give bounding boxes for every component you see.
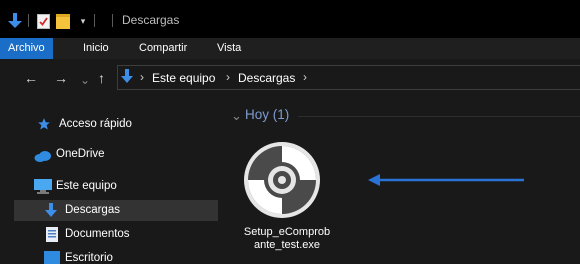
cloud-icon (34, 149, 51, 165)
group-header[interactable]: Hoy (1) (245, 107, 289, 122)
sidebar-item-acceso-rapido[interactable]: Acceso rápido (14, 114, 218, 135)
breadcrumb-este-equipo[interactable]: Este equipo (152, 71, 215, 85)
ribbon: Archivo Inicio Compartir Vista (0, 38, 580, 59)
breadcrumb-chevron-icon[interactable]: › (303, 70, 307, 84)
up-icon[interactable]: ↑ (98, 70, 105, 86)
download-arrow-icon[interactable] (8, 12, 22, 30)
file-name-line: ante_test.exe (253, 239, 321, 251)
new-folder-icon[interactable] (56, 12, 70, 30)
file-name-label: Setup_eComprob ante_test.exe (232, 226, 342, 252)
pointer-arrow-annotation (368, 171, 528, 189)
tab-archivo[interactable]: Archivo (0, 38, 53, 59)
sidebar-item-label: Descargas (65, 204, 120, 216)
breadcrumb-chevron-icon[interactable]: › (140, 70, 144, 84)
back-icon[interactable]: ← (24, 70, 38, 86)
sidebar-item-onedrive[interactable]: OneDrive (14, 144, 218, 165)
download-arrow-icon (121, 69, 133, 89)
separator (28, 14, 29, 27)
window-title: Descargas (122, 13, 180, 27)
star-icon (37, 117, 53, 133)
sidebar-item-descargas[interactable]: Descargas (14, 200, 218, 221)
tab-compartir[interactable]: Compartir (139, 38, 187, 59)
collapse-group-chevron-icon[interactable]: ⌄ (231, 108, 242, 124)
title-bar: ▾ Descargas (0, 0, 580, 38)
sidebar-item-este-equipo[interactable]: Este equipo (14, 176, 218, 197)
recent-locations-chevron-icon[interactable]: ⌄ (80, 72, 90, 88)
sidebar-item-label: Escritorio (65, 252, 113, 264)
separator (112, 14, 113, 27)
forward-icon[interactable]: → (54, 70, 68, 86)
tab-inicio[interactable]: Inicio (83, 38, 109, 59)
sidebar-item-label: OneDrive (56, 148, 105, 160)
navigation-bar: ← → ⌄ ↑ › Este equipo › Descargas › (0, 59, 580, 97)
document-icon (46, 227, 62, 243)
properties-icon[interactable] (36, 12, 50, 30)
navigation-pane: Acceso rápido OneDrive Este equipo Desca… (0, 97, 220, 264)
desktop-icon (44, 251, 60, 264)
download-arrow-icon (45, 203, 61, 219)
address-box[interactable]: › Este equipo › Descargas › (117, 65, 580, 90)
breadcrumb-chevron-icon[interactable]: › (226, 70, 230, 84)
group-divider (298, 116, 580, 117)
breadcrumb-descargas[interactable]: Descargas (238, 71, 295, 85)
installer-disc-icon[interactable] (242, 140, 322, 220)
sidebar-item-label: Este equipo (56, 180, 117, 192)
sidebar-item-escritorio[interactable]: Escritorio (14, 248, 218, 264)
customize-toolbar-chevron-icon[interactable]: ▾ (78, 12, 88, 30)
sidebar-item-label: Acceso rápido (59, 118, 132, 130)
separator (94, 14, 95, 27)
tab-vista[interactable]: Vista (217, 38, 241, 59)
sidebar-item-documentos[interactable]: Documentos (14, 224, 218, 245)
sidebar-item-label: Documentos (65, 228, 130, 240)
file-name-line: Setup_eComprob (243, 226, 331, 238)
computer-icon (34, 179, 52, 195)
